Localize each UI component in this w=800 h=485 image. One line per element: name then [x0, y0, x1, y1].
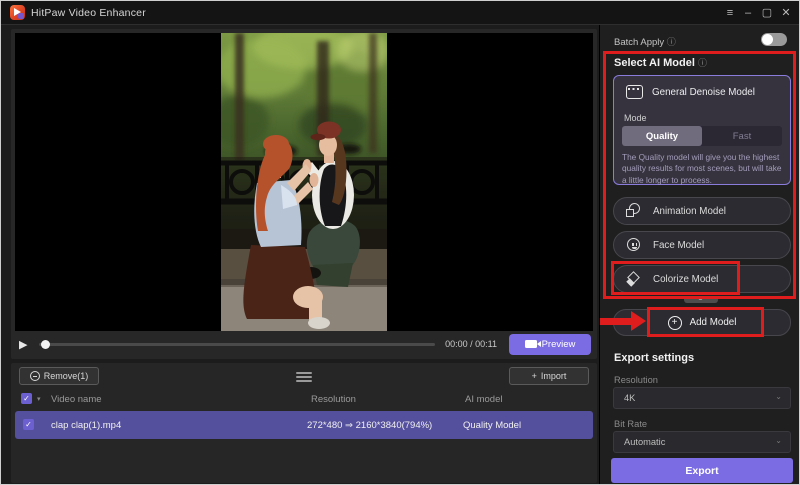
batch-apply-toggle[interactable] — [761, 33, 787, 46]
seek-bar[interactable] — [39, 343, 435, 346]
column-video-name: Video name — [51, 394, 102, 405]
remove-button[interactable]: Remove(1) — [19, 367, 99, 385]
bitrate-label: Bit Rate — [614, 419, 647, 429]
colorize-model-label: Colorize Model — [653, 274, 718, 285]
app-logo-icon — [10, 5, 25, 20]
animation-model-button[interactable]: Animation Model — [613, 197, 791, 225]
resolution-value: 4K — [624, 393, 635, 403]
chevron-down-icon: ⌄ — [775, 436, 782, 445]
preview-button[interactable]: Preview — [509, 334, 591, 355]
chevron-down-icon: ⌄ — [775, 392, 782, 401]
table-row[interactable]: ✓ clap clap(1).mp4 272*480 ⇒ 2160*3840(7… — [15, 411, 593, 439]
video-panel: ▶ 00:00 / 00:11 Preview — [11, 29, 597, 359]
mode-segmented-control: Quality Fast — [622, 126, 782, 146]
colorize-model-icon — [626, 271, 642, 287]
colorize-model-button[interactable]: Colorize Model — [613, 265, 791, 293]
video-viewport — [15, 33, 593, 331]
export-settings-heading: Export settings — [614, 352, 694, 364]
face-model-icon — [626, 237, 642, 253]
file-table-panel: Remove(1) + Import ✓ ▾ Video name Resolu… — [11, 363, 597, 483]
face-model-label: Face Model — [653, 240, 704, 251]
column-ai-model: AI model — [465, 394, 503, 405]
resolution-dropdown[interactable]: 4K ⌄ — [613, 387, 791, 409]
caret-up-icon: ▲ — [698, 296, 704, 302]
select-all-checkbox[interactable]: ✓ — [21, 393, 32, 404]
seek-knob[interactable] — [41, 340, 50, 349]
maximize-button[interactable]: ▢ — [758, 5, 776, 21]
window-title: HitPaw Video Enhancer — [31, 7, 146, 19]
import-label: Import — [541, 371, 567, 381]
close-button[interactable]: ✕ — [777, 5, 795, 21]
splitter-handle-icon[interactable] — [296, 370, 312, 384]
video-frame-image — [221, 33, 387, 331]
row-video-name: clap clap(1).mp4 — [51, 420, 121, 431]
mode-quality-option[interactable]: Quality — [622, 126, 702, 146]
table-toolbar: Remove(1) + Import — [11, 367, 597, 387]
title-bar: HitPaw Video Enhancer ≡ – ▢ ✕ — [1, 1, 799, 25]
remove-label: Remove(1) — [44, 371, 89, 381]
preview-label: Preview — [542, 339, 576, 350]
bitrate-value: Automatic — [624, 437, 665, 447]
minimize-button[interactable]: – — [739, 5, 757, 21]
row-resolution: 272*480 ⇒ 2160*3840(794%) — [307, 420, 432, 431]
import-button[interactable]: + Import — [509, 367, 589, 385]
info-icon[interactable]: ⓘ — [698, 58, 707, 68]
app-window: HitPaw Video Enhancer ≡ – ▢ ✕ — [0, 0, 800, 485]
menu-icon[interactable]: ≡ — [721, 5, 739, 21]
column-resolution: Resolution — [311, 394, 356, 405]
remove-icon — [30, 371, 40, 381]
bitrate-dropdown[interactable]: Automatic ⌄ — [613, 431, 791, 453]
face-model-button[interactable]: Face Model — [613, 231, 791, 259]
table-header: ✓ ▾ Video name Resolution AI model — [11, 393, 597, 409]
add-model-label: Add Model — [690, 317, 737, 328]
denoise-model-label: General Denoise Model — [652, 87, 755, 98]
add-model-button[interactable]: + Add Model — [613, 309, 791, 336]
row-checkbox[interactable]: ✓ — [23, 419, 34, 430]
chevron-down-icon[interactable]: ▾ — [37, 395, 41, 403]
mode-description: The Quality model will give you the high… — [622, 152, 783, 186]
export-button[interactable]: Export — [611, 458, 793, 483]
toggle-knob — [762, 34, 773, 45]
settings-panel: Batch Apply ⓘ Select AI Model ⓘ General … — [599, 25, 800, 485]
playback-controls: ▶ 00:00 / 00:11 Preview — [19, 332, 591, 356]
scroll-more-handle[interactable]: ▲ — [684, 296, 718, 303]
resolution-label: Resolution — [614, 375, 658, 385]
camera-icon — [525, 340, 537, 348]
info-icon[interactable]: ⓘ — [667, 37, 676, 47]
animation-model-icon — [626, 203, 642, 219]
time-display: 00:00 / 00:11 — [445, 339, 497, 349]
plus-icon: + — [532, 371, 537, 381]
batch-apply-label: Batch Apply ⓘ — [614, 35, 676, 48]
general-denoise-model-card[interactable]: General Denoise Model Mode Quality Fast … — [613, 75, 791, 185]
denoise-model-icon — [626, 85, 643, 99]
animation-model-label: Animation Model — [653, 206, 726, 217]
mode-label: Mode — [624, 113, 647, 123]
plus-circle-icon: + — [668, 316, 682, 330]
mode-fast-option[interactable]: Fast — [702, 126, 782, 146]
select-ai-model-heading: Select AI Model ⓘ — [614, 56, 707, 69]
play-button[interactable]: ▶ — [19, 338, 35, 351]
row-ai-model: Quality Model — [463, 420, 521, 431]
